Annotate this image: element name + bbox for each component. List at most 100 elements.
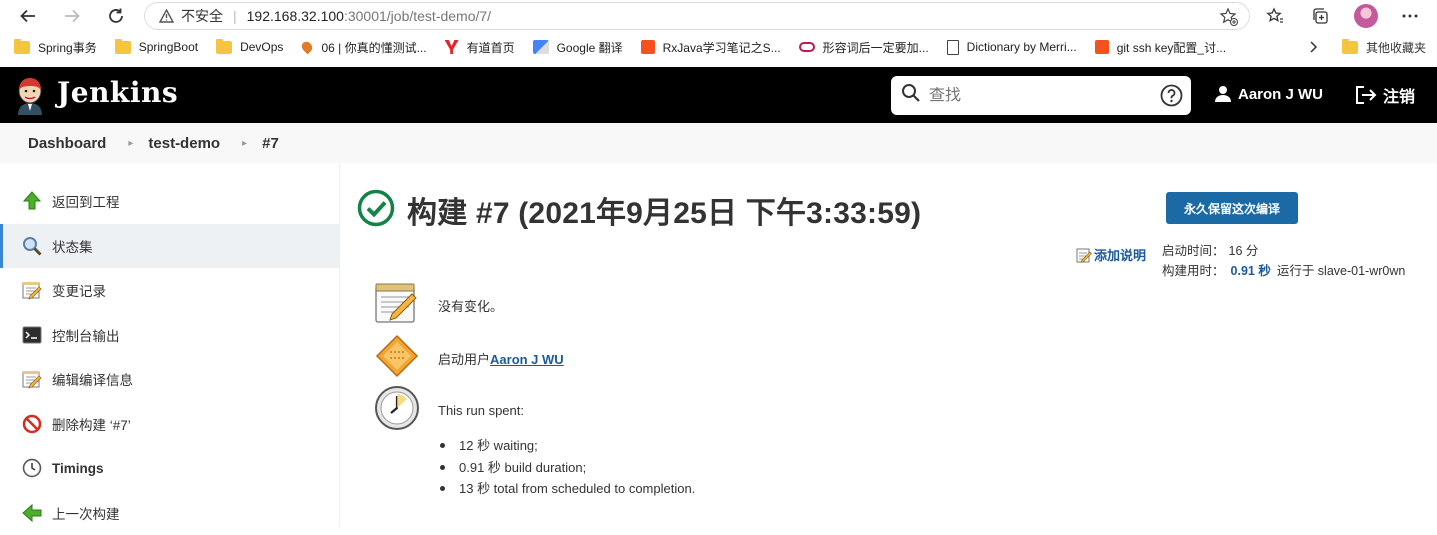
bookmark-item[interactable]: RxJava学习笔记之S... <box>623 39 781 56</box>
url-path: :30001/job/test-demo/7/ <box>344 8 491 24</box>
add-description-link[interactable]: 添加说明 <box>1076 245 1146 264</box>
bookmark-label: RxJava学习笔记之S... <box>663 39 781 56</box>
main-content: 构建 #7 (2021年9月25日 下午3:33:59) 永久保留这次编译 添加… <box>341 163 1437 527</box>
sidebar-item-label: 变更记录 <box>52 280 106 300</box>
add-favorite-icon[interactable] <box>1219 7 1239 30</box>
profile-avatar[interactable] <box>1354 4 1378 28</box>
logout-icon <box>1355 85 1377 105</box>
back-button[interactable] <box>17 5 39 27</box>
sidebar-item-label: 上一次构建 <box>52 503 120 523</box>
favorites-icon[interactable] <box>1265 6 1285 26</box>
bookmark-item[interactable]: git ssh key配置_讨... <box>1077 39 1226 56</box>
logout-link[interactable]: 注销 <box>1355 83 1415 107</box>
browser-toolbar: 不安全 | 192.168.32.100:30001/job/test-demo… <box>0 0 1437 32</box>
sidebar: 返回到工程 状态集 变更记录 控制台输出 编辑编译信息 删除构建 ‘#7’ <box>0 163 340 527</box>
changes-row: 没有变化。 <box>374 280 420 326</box>
left-arrow-icon <box>22 503 42 523</box>
address-bar[interactable]: 不安全 | 192.168.32.100:30001/job/test-demo… <box>144 2 1250 30</box>
started-ago: 启动时间： 16 分 <box>1162 241 1405 261</box>
started-ago-value: 16 分 <box>1229 244 1259 258</box>
clock-icon <box>22 458 42 478</box>
search-icon <box>901 83 921 108</box>
folder-icon <box>115 41 131 54</box>
up-arrow-icon <box>22 191 42 211</box>
sidebar-item-label: 控制台输出 <box>52 325 120 345</box>
link-icon <box>799 42 815 52</box>
csdn-icon <box>641 40 655 54</box>
page-icon <box>947 40 959 55</box>
terminal-icon <box>22 325 42 345</box>
more-options-icon[interactable] <box>1400 6 1420 26</box>
breadcrumb-job[interactable]: test-demo <box>133 135 220 152</box>
bookmark-label: 06 | 你真的懂测试... <box>321 39 426 56</box>
help-icon[interactable] <box>1160 84 1183 112</box>
bookmark-item[interactable]: SpringBoot <box>97 40 198 54</box>
bookmarks-overflow-icon[interactable] <box>1308 40 1318 57</box>
sidebar-item-timings[interactable]: Timings <box>0 446 339 491</box>
bookmark-label: DevOps <box>240 40 283 54</box>
bookmark-item[interactable]: 有道首页 <box>427 39 515 56</box>
sidebar-item-edit-build-info[interactable]: 编辑编译信息 <box>0 357 339 402</box>
csdn-icon <box>1095 40 1109 54</box>
sidebar-item-console-output[interactable]: 控制台输出 <box>0 313 339 358</box>
bookmark-label: Spring事务 <box>38 39 97 56</box>
sidebar-item-back-to-project[interactable]: 返回到工程 <box>0 179 339 224</box>
started-by-text: 启动用户Aaron J WU <box>438 349 564 368</box>
jenkins-title[interactable]: Jenkins <box>57 76 178 109</box>
page-title: 构建 #7 (2021年9月25日 下午3:33:59) <box>407 188 921 232</box>
no-changes-text: 没有变化。 <box>438 296 503 315</box>
timings-row: This run spent: <box>374 385 420 431</box>
folder-icon <box>14 41 30 54</box>
bookmark-item[interactable]: 06 | 你真的懂测试... <box>283 39 426 56</box>
bookmark-item[interactable]: Google 翻译 <box>515 39 623 56</box>
add-description-label: 添加说明 <box>1094 245 1146 264</box>
bookmark-item[interactable]: 形容词后一定要加... <box>781 39 929 56</box>
bookmark-label: 形容词后一定要加... <box>823 39 929 56</box>
other-bookmarks[interactable]: 其他收藏夹 <box>1342 32 1426 62</box>
sidebar-item-label: 编辑编译信息 <box>52 369 133 389</box>
run-spent-text: This run spent: <box>438 403 524 418</box>
collections-icon[interactable] <box>1310 6 1330 26</box>
build-duration: 构建用时： 0.91 秒运行于 slave-01-wr0wn <box>1162 261 1405 281</box>
bookmark-item[interactable]: DevOps <box>198 40 283 54</box>
sidebar-item-label: 状态集 <box>52 236 93 256</box>
bookmark-label: git ssh key配置_讨... <box>1117 39 1226 56</box>
duration-value[interactable]: 0.91 秒 <box>1231 264 1271 278</box>
sidebar-item-label: 删除构建 ‘#7’ <box>52 414 131 434</box>
started-ago-label: 启动时间： <box>1162 244 1225 258</box>
forward-button[interactable] <box>61 5 83 27</box>
address-separator: | <box>233 8 237 24</box>
user-icon <box>1214 85 1232 103</box>
no-entry-icon <box>22 414 42 434</box>
bookmark-label: Google 翻译 <box>557 39 623 56</box>
user-name: Aaron J WU <box>1238 86 1323 103</box>
breadcrumb-build[interactable]: #7 <box>247 135 279 152</box>
breadcrumb-dashboard[interactable]: Dashboard <box>0 135 106 152</box>
sidebar-item-status[interactable]: 状态集 <box>0 224 339 269</box>
user-link[interactable]: Aaron J WU <box>1214 85 1323 103</box>
site-icon <box>300 40 315 55</box>
sidebar-item-label: Timings <box>52 461 104 476</box>
build-info: 启动时间： 16 分 构建用时： 0.91 秒运行于 slave-01-wr0wn <box>1162 241 1405 281</box>
jenkins-logo-icon[interactable] <box>14 77 46 113</box>
started-by-row: 启动用户Aaron J WU <box>374 333 420 379</box>
started-by-user-link[interactable]: Aaron J WU <box>490 352 564 367</box>
logout-label: 注销 <box>1383 83 1415 107</box>
sidebar-item-label: 返回到工程 <box>52 191 120 211</box>
search-input[interactable] <box>929 87 1149 105</box>
insecure-label: 不安全 <box>181 6 223 26</box>
sidebar-item-changes[interactable]: 变更记录 <box>0 268 339 313</box>
folder-icon <box>216 41 232 54</box>
timings-list: 12 秒 waiting; 0.91 秒 build duration; 13 … <box>459 435 695 500</box>
bookmark-item[interactable]: Dictionary by Merri... <box>929 40 1077 55</box>
sidebar-item-previous-build[interactable]: 上一次构建 <box>0 491 339 535</box>
search-box[interactable] <box>891 76 1191 115</box>
jenkins-header: Jenkins Aaron J WU 注销 <box>0 67 1437 123</box>
sidebar-item-delete-build[interactable]: 删除构建 ‘#7’ <box>0 402 339 447</box>
ran-on-agent: 运行于 slave-01-wr0wn <box>1277 264 1406 278</box>
list-item: 13 秒 total from scheduled to completion. <box>459 478 695 500</box>
duration-label: 构建用时： <box>1162 264 1225 278</box>
keep-forever-button[interactable]: 永久保留这次编译 <box>1166 192 1298 224</box>
bookmark-item[interactable]: Spring事务 <box>0 39 97 56</box>
reload-button[interactable] <box>105 5 127 27</box>
